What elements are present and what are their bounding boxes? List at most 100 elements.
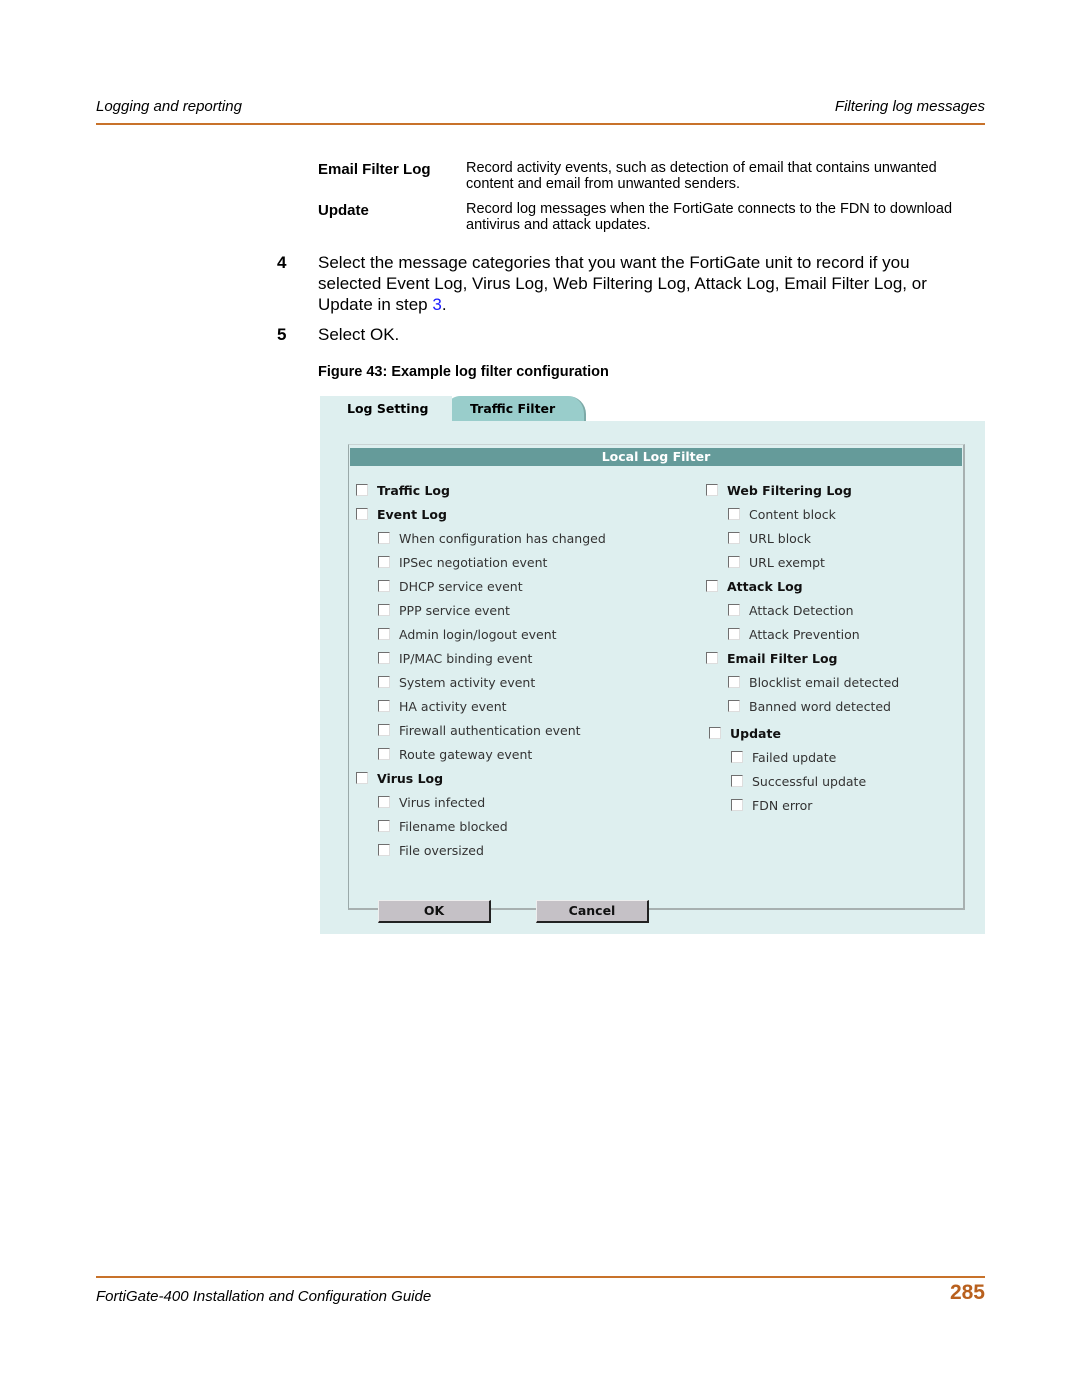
filter-item-ha-activity-event[interactable]: HA activity event [356, 694, 606, 718]
filter-item-url-block[interactable]: URL block [706, 526, 899, 550]
checkbox[interactable] [378, 820, 390, 832]
filter-item-attack-detection[interactable]: Attack Detection [706, 598, 899, 622]
checkbox[interactable] [378, 676, 390, 688]
filter-item-filename-blocked[interactable]: Filename blocked [356, 814, 606, 838]
checkbox[interactable] [728, 532, 740, 544]
checkbox-label: Admin login/logout event [399, 626, 557, 642]
checkbox-label: HA activity event [399, 698, 507, 714]
checkbox[interactable] [731, 799, 743, 811]
filter-item-blocklist-email-detected[interactable]: Blocklist email detected [706, 670, 899, 694]
box-title: Local Log Filter [350, 448, 962, 466]
guide-title: FortiGate-400 Installation and Configura… [96, 1288, 432, 1305]
checkbox[interactable] [731, 775, 743, 787]
filter-item-attack-prevention[interactable]: Attack Prevention [706, 622, 899, 646]
checkbox[interactable] [709, 727, 721, 739]
filter-item-file-oversized[interactable]: File oversized [356, 838, 606, 862]
checkbox[interactable] [356, 772, 368, 784]
checkbox[interactable] [728, 700, 740, 712]
checkbox-label: Attack Log [727, 578, 803, 594]
filter-item-fdn-error[interactable]: FDN error [706, 793, 899, 817]
checkbox[interactable] [356, 508, 368, 520]
checkbox[interactable] [728, 628, 740, 640]
definition-row: Email Filter Log Record activity events,… [318, 160, 988, 192]
filter-item-web-filtering-log[interactable]: Web Filtering Log [706, 478, 899, 502]
log-filter-screenshot: Traffic Filter Log Setting Local Log Fil… [320, 396, 985, 934]
checkbox[interactable] [378, 844, 390, 856]
tab-label: Traffic Filter [470, 401, 556, 416]
checkbox-label: Attack Detection [749, 602, 854, 618]
checkbox-label: IP/MAC binding event [399, 650, 533, 666]
definition-row: Update Record log messages when the Fort… [318, 201, 988, 233]
section-title: Filtering log messages [834, 98, 985, 115]
checkbox[interactable] [378, 604, 390, 616]
filter-item-content-block[interactable]: Content block [706, 502, 899, 526]
checkbox-label: System activity event [399, 674, 536, 690]
tab-log-setting[interactable]: Log Setting [320, 396, 452, 421]
tab-traffic-filter[interactable]: Traffic Filter [442, 396, 586, 421]
filter-item-route-gateway-event[interactable]: Route gateway event [356, 742, 606, 766]
checkbox-label: Successful update [752, 773, 867, 789]
checkbox[interactable] [378, 724, 390, 736]
checkbox[interactable] [728, 604, 740, 616]
checkbox[interactable] [378, 652, 390, 664]
checkbox[interactable] [706, 580, 718, 592]
filter-item-dhcp-service-event[interactable]: DHCP service event [356, 574, 606, 598]
checkbox-label: When configuration has changed [399, 530, 606, 546]
filter-item-ppp-service-event[interactable]: PPP service event [356, 598, 606, 622]
filter-item-firewall-authentication-event[interactable]: Firewall authentication event [356, 718, 606, 742]
filter-item-ipsec-negotiation-event[interactable]: IPSec negotiation event [356, 550, 606, 574]
checkbox-label: Event Log [377, 506, 447, 522]
checkbox[interactable] [378, 748, 390, 760]
filter-item-traffic-log[interactable]: Traffic Log [356, 478, 606, 502]
filter-item-successful-update[interactable]: Successful update [706, 769, 899, 793]
filter-item-update[interactable]: Update [706, 721, 899, 745]
filter-item-email-filter-log[interactable]: Email Filter Log [706, 646, 899, 670]
checkbox-label: Virus infected [399, 794, 486, 810]
filter-item-admin-login-logout-event[interactable]: Admin login/logout event [356, 622, 606, 646]
checkbox[interactable] [728, 508, 740, 520]
checkbox-label: Route gateway event [399, 746, 533, 762]
figure-caption: Figure 43: Example log filter configurat… [318, 364, 609, 380]
checkbox[interactable] [728, 676, 740, 688]
page-number: 285 [949, 1281, 985, 1304]
filter-item-url-exempt[interactable]: URL exempt [706, 550, 899, 574]
checkbox[interactable] [378, 580, 390, 592]
checkbox-label: Content block [749, 506, 836, 522]
filter-item-virus-log[interactable]: Virus Log [356, 766, 606, 790]
checkbox[interactable] [378, 556, 390, 568]
filter-item-system-activity-event[interactable]: System activity event [356, 670, 606, 694]
right-filter-column: Web Filtering Log Content block URL block U… [706, 478, 899, 817]
checkbox-label: DHCP service event [399, 578, 523, 594]
checkbox[interactable] [728, 556, 740, 568]
checkbox-label: Traffic Log [377, 482, 450, 498]
checkbox-label: Firewall authentication event [399, 722, 581, 738]
filter-item-ip-mac-binding-event[interactable]: IP/MAC binding event [356, 646, 606, 670]
step-text: Select OK. [318, 325, 400, 344]
tab-label: Log Setting [347, 401, 429, 416]
left-filter-column: Traffic Log Event Log When configuration h… [356, 478, 606, 862]
checkbox-label: Banned word detected [749, 698, 891, 714]
definition-term: Email Filter Log [318, 161, 431, 178]
checkbox[interactable] [378, 700, 390, 712]
step-3-link[interactable]: 3 [432, 295, 441, 314]
filter-item-banned-word-detected[interactable]: Banned word detected [706, 694, 899, 718]
checkbox[interactable] [378, 532, 390, 544]
checkbox[interactable] [378, 796, 390, 808]
checkbox-label: PPP service event [399, 602, 510, 618]
procedure-steps: 4 Select the message categories that you… [277, 252, 967, 354]
cancel-button[interactable]: Cancel [536, 900, 649, 923]
filter-item-virus-infected[interactable]: Virus infected [356, 790, 606, 814]
filter-item-failed-update[interactable]: Failed update [706, 745, 899, 769]
filter-item-attack-log[interactable]: Attack Log [706, 574, 899, 598]
checkbox[interactable] [731, 751, 743, 763]
checkbox[interactable] [706, 484, 718, 496]
checkbox-label: Email Filter Log [727, 650, 838, 666]
filter-item-event-log[interactable]: Event Log [356, 502, 606, 526]
filter-item-when-configuration-has-changed[interactable]: When configuration has changed [356, 526, 606, 550]
checkbox[interactable] [378, 628, 390, 640]
checkbox[interactable] [356, 484, 368, 496]
ok-button[interactable]: OK [378, 900, 491, 923]
running-header: Logging and reporting Filtering log mess… [96, 98, 985, 118]
checkbox[interactable] [706, 652, 718, 664]
local-log-filter-box: Local Log Filter Traffic Log Event Log Whe… [348, 444, 965, 923]
